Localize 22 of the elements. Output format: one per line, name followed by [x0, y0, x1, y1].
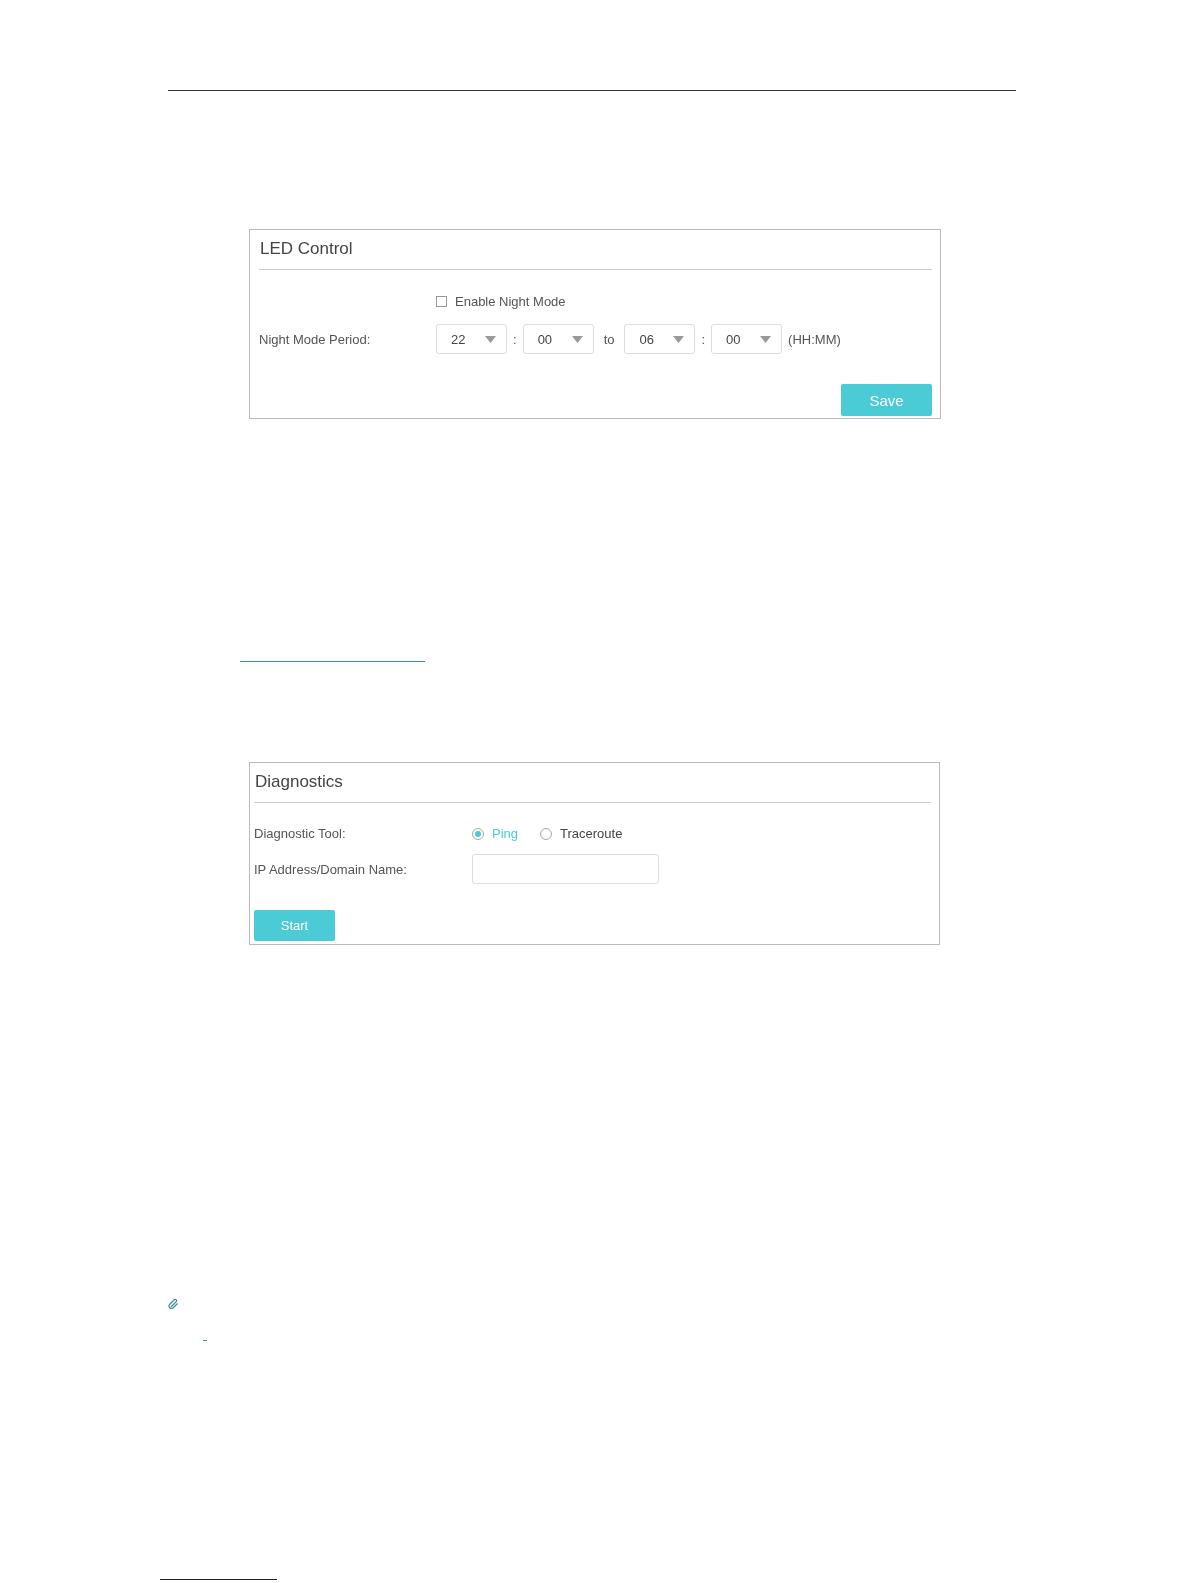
time-dropdown[interactable]: 00 — [711, 324, 783, 354]
time-dropdown[interactable]: 00 — [522, 324, 594, 354]
field-label: Diagnostic Tool: — [254, 826, 347, 841]
caret-icon — [571, 335, 583, 343]
panel-title: LED Control — [259, 238, 354, 260]
field-label: Night Mode Period: — [259, 331, 372, 347]
field-label: IP Address/Domain Name: — [254, 861, 408, 877]
radio-option[interactable]: Traceroute — [540, 826, 623, 841]
separator-text: (HH:MM) — [787, 331, 842, 347]
separator-text: : — [700, 331, 707, 347]
caret-icon — [760, 335, 772, 343]
separator-text: to — [602, 331, 616, 347]
paperclip-icon — [168, 1298, 179, 1309]
time-dropdown[interactable]: 06 — [624, 324, 696, 354]
separator-text: : — [512, 331, 518, 347]
checkbox-label: Enable Night Mode — [455, 294, 566, 309]
time-dropdown[interactable]: 22 — [436, 324, 507, 354]
caret-icon — [485, 335, 496, 343]
checkbox[interactable] — [436, 296, 447, 307]
caret-icon — [673, 335, 685, 343]
input-field[interactable] — [472, 854, 659, 884]
panel-title: Diagnostics — [254, 771, 344, 793]
